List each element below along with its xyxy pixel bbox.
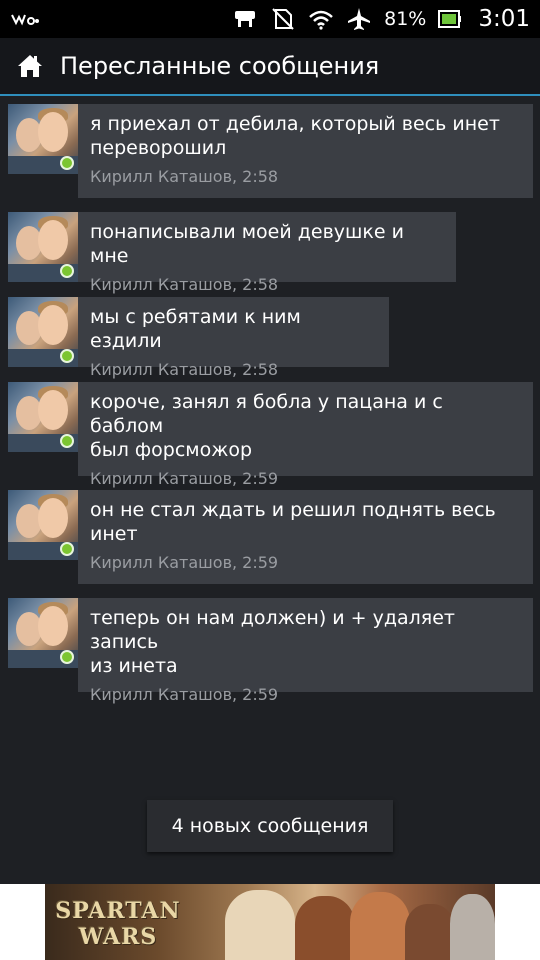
usb-debug-icon (232, 7, 258, 31)
message-text: короче, занял я бобла у пацана и с бабло… (90, 391, 443, 461)
message-bubble[interactable]: он не стал ждать и решил поднять весь ин… (78, 490, 533, 584)
airplane-mode-icon (346, 6, 372, 32)
message-text: мы с ребятами к ним ездили (90, 306, 301, 352)
banner-figure (405, 904, 455, 960)
status-bar: 81% 3:01 (0, 0, 540, 38)
message-meta: Кирилл Каташов, 2:58 (90, 167, 279, 186)
online-indicator (60, 650, 74, 664)
message-text: я приехал от дебила, который весь инет п… (90, 113, 500, 159)
avatar[interactable] (8, 297, 78, 367)
message-item[interactable]: короче, занял я бобла у пацана и с бабло… (8, 382, 533, 488)
message-text: понаписывали моей девушке и мне (90, 221, 404, 267)
message-item[interactable]: он не стал ждать и решил поднять весь ин… (8, 490, 533, 584)
message-bubble[interactable]: теперь он нам должен) и + удаляет запись… (78, 598, 533, 704)
online-indicator (60, 156, 74, 170)
message-item[interactable]: я приехал от дебила, который весь инет п… (8, 104, 533, 198)
online-indicator (60, 542, 74, 556)
action-bar: Пересланные сообщения (0, 38, 540, 96)
message-bubble[interactable]: короче, занял я бобла у пацана и с бабло… (78, 382, 533, 488)
walkman-icon (10, 9, 40, 29)
avatar[interactable] (8, 598, 78, 668)
message-bubble[interactable]: мы с ребятами к ним ездили Кирилл Каташо… (78, 297, 389, 379)
online-indicator (60, 264, 74, 278)
banner-figure (350, 892, 410, 960)
message-meta: Кирилл Каташов, 2:59 (90, 685, 279, 704)
avatar[interactable] (8, 104, 78, 174)
message-meta: Кирилл Каташов, 2:58 (90, 275, 279, 294)
new-messages-button[interactable]: 4 новых сообщения (147, 800, 393, 852)
banner-figure (225, 890, 295, 960)
ad-banner-area: SPARTAN WARS (0, 884, 540, 960)
message-text: он не стал ждать и решил поднять весь ин… (90, 499, 496, 545)
banner-logo-line2: WARS (78, 924, 158, 950)
message-text: теперь он нам должен) и + удаляет запись… (90, 607, 455, 677)
banner-figure (295, 896, 355, 960)
message-bubble[interactable]: я приехал от дебила, который весь инет п… (78, 104, 533, 198)
wifi-icon (308, 8, 334, 30)
banner-figure (450, 894, 495, 960)
message-item[interactable]: теперь он нам должен) и + удаляет запись… (8, 598, 533, 704)
banner-logo-line1: SPARTAN (55, 898, 181, 924)
avatar[interactable] (8, 382, 78, 452)
message-bubble[interactable]: понаписывали моей девушке и мне Кирилл К… (78, 212, 456, 294)
status-time: 3:01 (478, 6, 530, 32)
battery-icon (438, 10, 462, 28)
online-indicator (60, 349, 74, 363)
battery-percent: 81% (384, 8, 427, 30)
avatar[interactable] (8, 212, 78, 282)
no-sim-icon (270, 6, 296, 32)
message-item[interactable]: понаписывали моей девушке и мне Кирилл К… (8, 212, 456, 294)
home-icon[interactable] (16, 52, 44, 80)
message-item[interactable]: мы с ребятами к ним ездили Кирилл Каташо… (8, 297, 389, 379)
message-meta: Кирилл Каташов, 2:58 (90, 360, 279, 379)
message-meta: Кирилл Каташов, 2:59 (90, 553, 279, 572)
online-indicator (60, 434, 74, 448)
message-meta: Кирилл Каташов, 2:59 (90, 469, 279, 488)
message-list[interactable]: я приехал от дебила, который весь инет п… (0, 96, 540, 884)
banner-logo: SPARTAN WARS (53, 898, 183, 950)
ad-banner[interactable]: SPARTAN WARS (45, 884, 495, 960)
avatar[interactable] (8, 490, 78, 560)
page-title: Пересланные сообщения (60, 52, 380, 80)
